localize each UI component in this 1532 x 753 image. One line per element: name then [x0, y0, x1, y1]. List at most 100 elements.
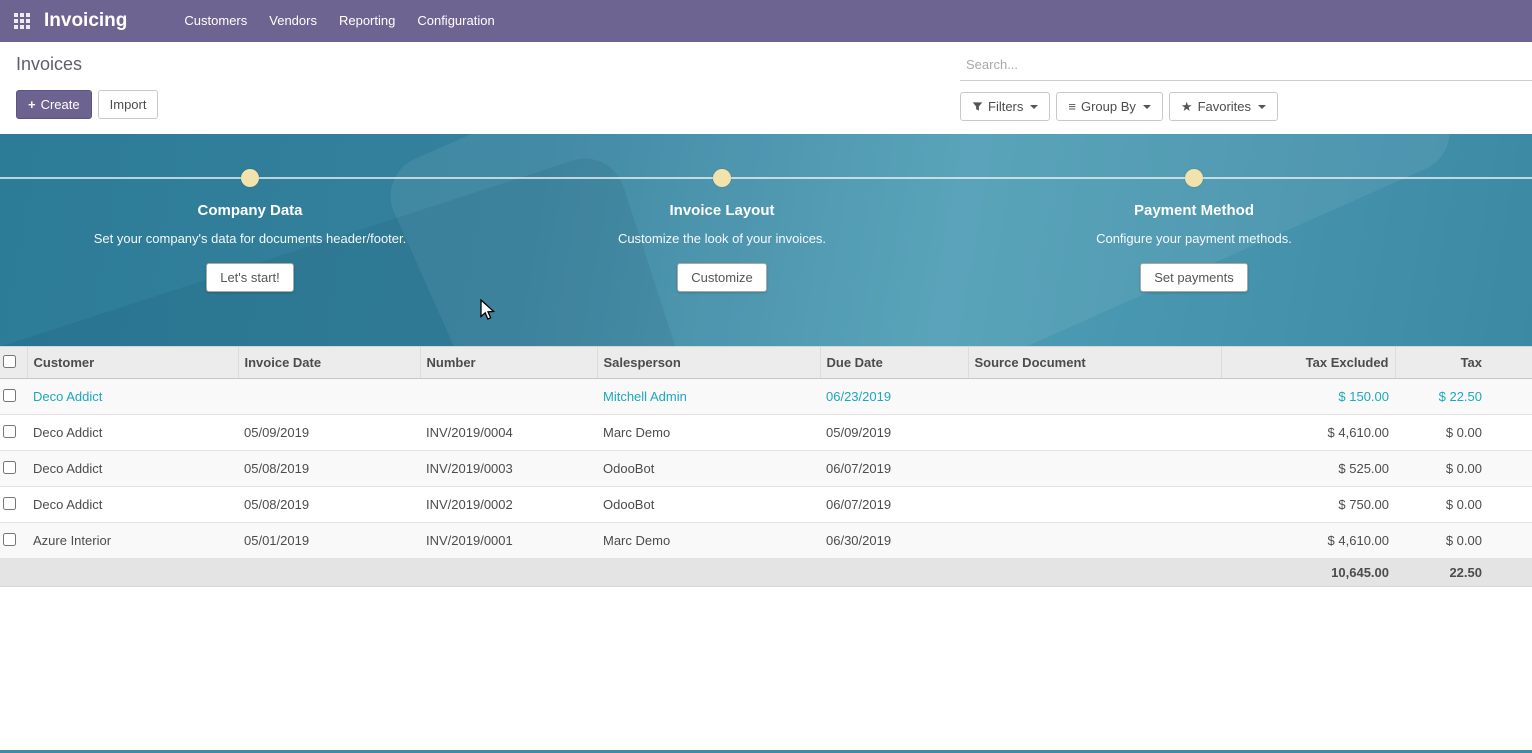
- total-tax: 22.50: [1395, 559, 1532, 587]
- cell-number[interactable]: INV/2019/0003: [420, 451, 597, 487]
- cell-due-date[interactable]: 06/07/2019: [820, 487, 968, 523]
- cell-tax[interactable]: $ 0.00: [1395, 523, 1532, 559]
- cell-due-date[interactable]: 06/23/2019: [820, 379, 968, 415]
- cell-tax-excluded[interactable]: $ 150.00: [1221, 379, 1395, 415]
- cell-tax-excluded[interactable]: $ 525.00: [1221, 451, 1395, 487]
- search-input[interactable]: [960, 52, 1532, 81]
- cell-number[interactable]: [420, 379, 597, 415]
- cell-invoice-date[interactable]: 05/01/2019: [238, 523, 420, 559]
- row-checkbox-cell[interactable]: [0, 523, 27, 559]
- cell-invoice-date[interactable]: [238, 379, 420, 415]
- row-checkbox-cell[interactable]: [0, 415, 27, 451]
- step-description: Set your company's data for documents he…: [90, 229, 410, 248]
- cell-number[interactable]: INV/2019/0001: [420, 523, 597, 559]
- row-checkbox[interactable]: [3, 533, 16, 546]
- lets-start-button[interactable]: Let's start!: [206, 263, 294, 292]
- step-title: Payment Method: [1034, 202, 1354, 219]
- app-title[interactable]: Invoicing: [44, 10, 127, 32]
- control-panel-left: Invoices + Create Import: [16, 52, 158, 121]
- star-icon: ★: [1181, 98, 1193, 115]
- group-by-button[interactable]: ≡ Group By: [1056, 92, 1163, 121]
- cell-invoice-date[interactable]: 05/08/2019: [238, 451, 420, 487]
- cell-source-document[interactable]: [968, 451, 1221, 487]
- step-title: Company Data: [90, 202, 410, 219]
- action-buttons: + Create Import: [16, 90, 158, 119]
- cell-salesperson[interactable]: Marc Demo: [597, 415, 820, 451]
- select-all-cell[interactable]: [0, 347, 27, 379]
- cell-salesperson[interactable]: OdooBot: [597, 451, 820, 487]
- column-header-tax-excluded[interactable]: Tax Excluded: [1221, 347, 1395, 379]
- table-header-row: CustomerInvoice DateNumberSalespersonDue…: [0, 347, 1532, 379]
- totals-spacer: [0, 559, 1221, 587]
- chevron-down-icon: [1030, 105, 1038, 109]
- cell-number[interactable]: INV/2019/0002: [420, 487, 597, 523]
- apps-grid-icon[interactable]: [14, 13, 30, 29]
- cell-invoice-date[interactable]: 05/08/2019: [238, 487, 420, 523]
- row-checkbox-cell[interactable]: [0, 451, 27, 487]
- menu-item-reporting[interactable]: Reporting: [328, 0, 406, 42]
- top-navbar: Invoicing Customers Vendors Reporting Co…: [0, 0, 1532, 42]
- row-checkbox[interactable]: [3, 425, 16, 438]
- column-header-source-document[interactable]: Source Document: [968, 347, 1221, 379]
- row-checkbox-cell[interactable]: [0, 379, 27, 415]
- breadcrumb: Invoices: [16, 54, 158, 75]
- menu-item-configuration[interactable]: Configuration: [406, 0, 505, 42]
- cell-tax-excluded[interactable]: $ 4,610.00: [1221, 523, 1395, 559]
- cell-customer[interactable]: Deco Addict: [27, 487, 238, 523]
- cell-customer[interactable]: Deco Addict: [27, 379, 238, 415]
- cell-tax[interactable]: $ 22.50: [1395, 379, 1532, 415]
- row-checkbox[interactable]: [3, 389, 16, 402]
- cell-due-date[interactable]: 06/30/2019: [820, 523, 968, 559]
- column-header-customer[interactable]: Customer: [27, 347, 238, 379]
- cell-salesperson[interactable]: Marc Demo: [597, 523, 820, 559]
- cell-customer[interactable]: Azure Interior: [27, 523, 238, 559]
- cell-invoice-date[interactable]: 05/09/2019: [238, 415, 420, 451]
- create-button[interactable]: + Create: [16, 90, 92, 119]
- table-row[interactable]: Deco Addict05/08/2019INV/2019/0003OdooBo…: [0, 451, 1532, 487]
- group-by-button-label: Group By: [1081, 98, 1136, 115]
- menu-item-vendors[interactable]: Vendors: [258, 0, 328, 42]
- column-header-salesperson[interactable]: Salesperson: [597, 347, 820, 379]
- cell-source-document[interactable]: [968, 415, 1221, 451]
- table-row[interactable]: Deco Addict Mitchell Admin06/23/2019 $ 150…: [0, 379, 1532, 415]
- cell-source-document[interactable]: [968, 523, 1221, 559]
- select-all-checkbox[interactable]: [3, 355, 16, 368]
- cell-source-document[interactable]: [968, 487, 1221, 523]
- cell-source-document[interactable]: [968, 379, 1221, 415]
- table-row[interactable]: Deco Addict05/09/2019INV/2019/0004Marc D…: [0, 415, 1532, 451]
- column-header-due-date[interactable]: Due Date: [820, 347, 968, 379]
- cell-tax[interactable]: $ 0.00: [1395, 415, 1532, 451]
- filter-funnel-icon: [972, 101, 983, 112]
- row-checkbox[interactable]: [3, 461, 16, 474]
- cell-due-date[interactable]: 05/09/2019: [820, 415, 968, 451]
- cell-customer[interactable]: Deco Addict: [27, 451, 238, 487]
- step-dot-icon: [713, 169, 731, 187]
- cell-tax[interactable]: $ 0.00: [1395, 487, 1532, 523]
- menu-item-customers[interactable]: Customers: [173, 0, 258, 42]
- total-tax-excluded: 10,645.00: [1221, 559, 1395, 587]
- onboarding-step-invoice-layout: Invoice Layout Customize the look of you…: [562, 169, 882, 292]
- table-row[interactable]: Deco Addict05/08/2019INV/2019/0002OdooBo…: [0, 487, 1532, 523]
- cell-salesperson[interactable]: Mitchell Admin: [597, 379, 820, 415]
- column-header-tax[interactable]: Tax: [1395, 347, 1532, 379]
- cell-due-date[interactable]: 06/07/2019: [820, 451, 968, 487]
- cell-salesperson[interactable]: OdooBot: [597, 487, 820, 523]
- favorites-button[interactable]: ★ Favorites: [1169, 92, 1278, 121]
- set-payments-button[interactable]: Set payments: [1140, 263, 1248, 292]
- column-header-number[interactable]: Number: [420, 347, 597, 379]
- import-button[interactable]: Import: [98, 90, 159, 119]
- filters-button[interactable]: Filters: [960, 92, 1050, 121]
- filters-button-label: Filters: [988, 98, 1023, 115]
- search-filter-buttons: Filters ≡ Group By ★ Favorites: [960, 92, 1532, 121]
- row-checkbox-cell[interactable]: [0, 487, 27, 523]
- step-dot-icon: [241, 169, 259, 187]
- customize-button[interactable]: Customize: [677, 263, 766, 292]
- cell-number[interactable]: INV/2019/0004: [420, 415, 597, 451]
- column-header-invoice-date[interactable]: Invoice Date: [238, 347, 420, 379]
- cell-tax-excluded[interactable]: $ 750.00: [1221, 487, 1395, 523]
- table-row[interactable]: Azure Interior05/01/2019INV/2019/0001Mar…: [0, 523, 1532, 559]
- cell-customer[interactable]: Deco Addict: [27, 415, 238, 451]
- cell-tax[interactable]: $ 0.00: [1395, 451, 1532, 487]
- row-checkbox[interactable]: [3, 497, 16, 510]
- cell-tax-excluded[interactable]: $ 4,610.00: [1221, 415, 1395, 451]
